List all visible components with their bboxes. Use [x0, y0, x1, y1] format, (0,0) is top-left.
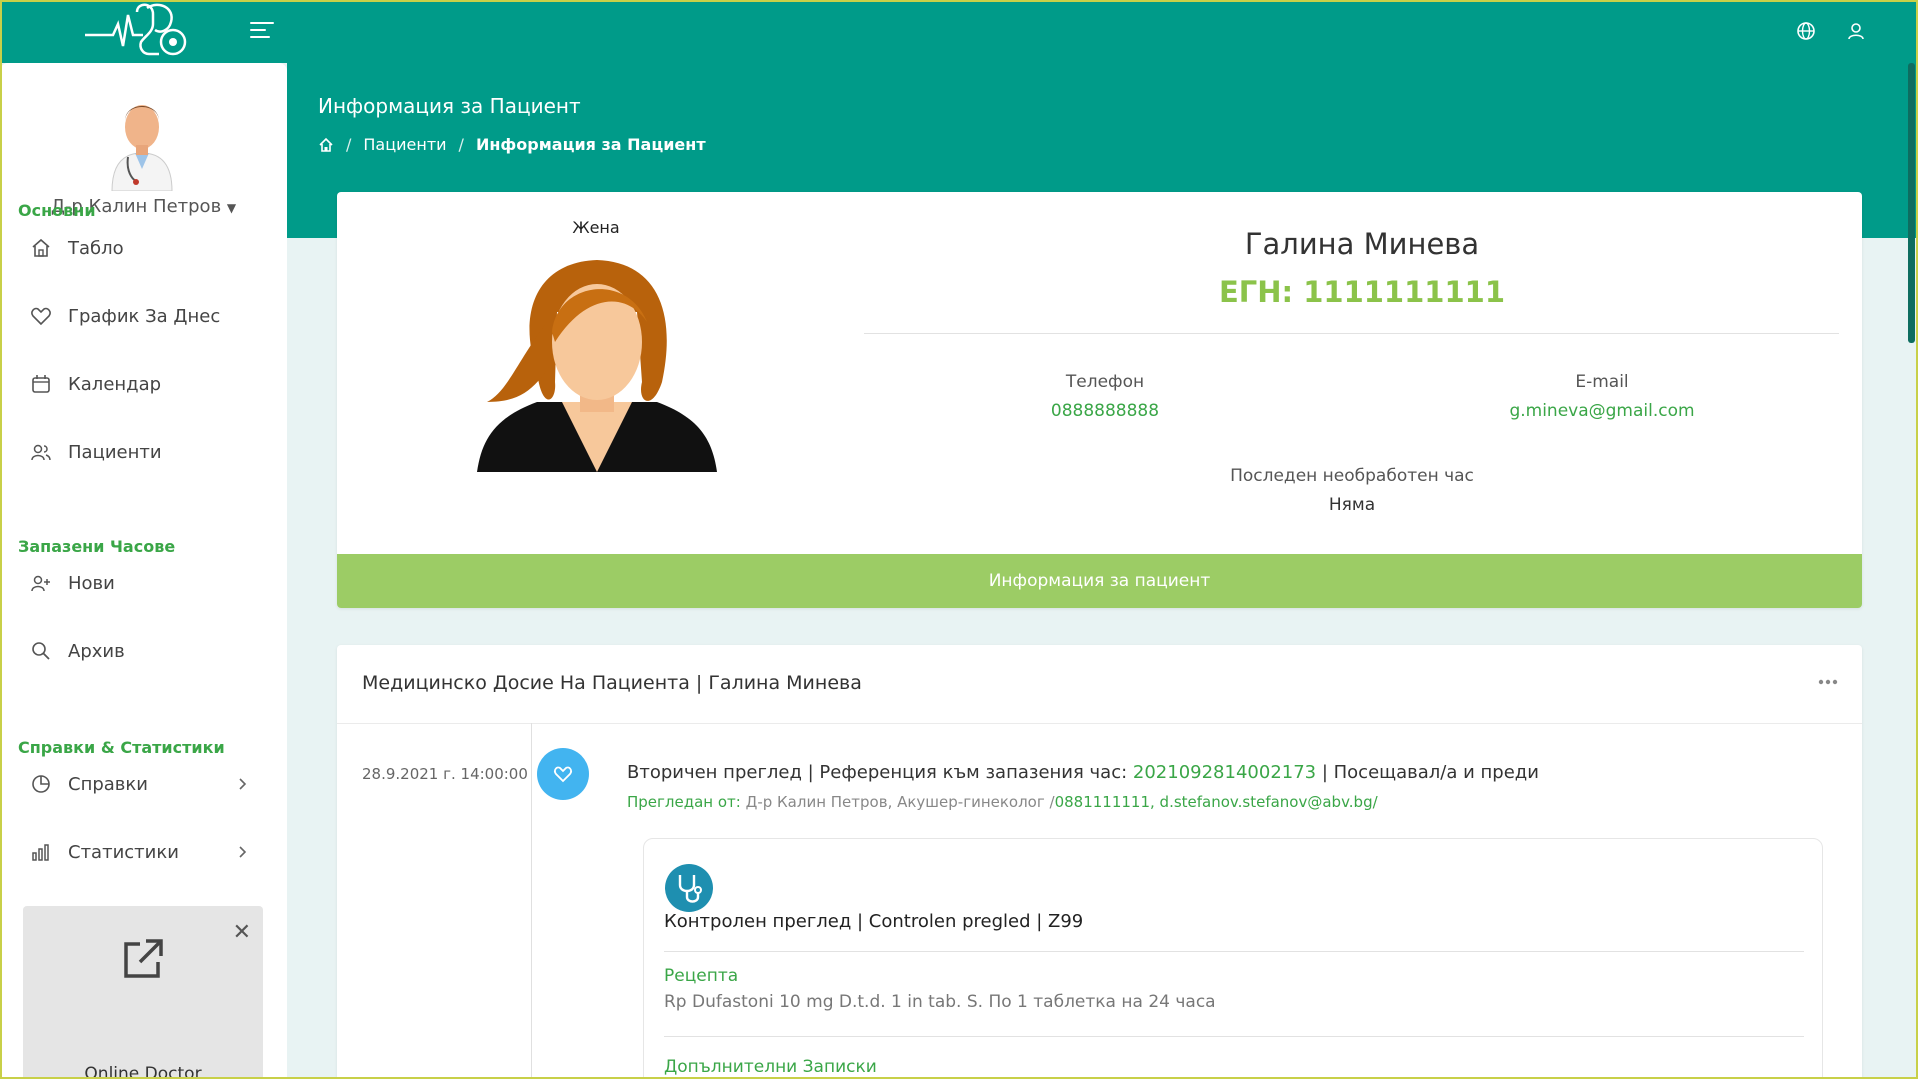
- sidebar-item-label: Справки: [68, 773, 148, 795]
- patient-name: Галина Минева: [1244, 227, 1480, 261]
- sidebar-item-label: Пациенти: [68, 441, 162, 463]
- record-title: Медицинско Досие На Пациента | Галина Ми…: [362, 672, 862, 694]
- home-icon[interactable]: [318, 137, 334, 153]
- page-scrollbar[interactable]: [1908, 63, 1915, 343]
- globe-icon[interactable]: [1795, 20, 1817, 42]
- heart-icon: [554, 766, 572, 783]
- heart-icon: [31, 307, 51, 326]
- sidebar-item-new[interactable]: Нови: [30, 563, 260, 603]
- divider: [337, 723, 1862, 724]
- more-options-icon[interactable]: [1818, 677, 1838, 687]
- menu-toggle-button[interactable]: [250, 22, 274, 42]
- pie-chart-icon: [32, 775, 50, 793]
- last-appointment-label: Последен необработен час: [1230, 466, 1474, 486]
- prescription-text: Rp Dufastoni 10 mg D.t.d. 1 in tab. S. П…: [664, 992, 1216, 1012]
- entry-title-suffix: | Посещавал/а и преди: [1316, 762, 1539, 783]
- sidebar-item-statistics[interactable]: Статистики: [30, 832, 260, 872]
- sidebar-item-dashboard[interactable]: Табло: [30, 228, 260, 268]
- prescription-label: Рецепта: [664, 966, 739, 986]
- sidebar-item-schedule[interactable]: График За Днес: [30, 296, 260, 336]
- chevron-right-icon: [239, 846, 247, 858]
- top-bar: [0, 0, 1918, 63]
- examined-by-doctor: Д-р Калин Петров, Акушер-гинеколог /: [745, 793, 1055, 811]
- user-icon[interactable]: [1845, 20, 1867, 42]
- sidebar: Д-р Калин Петров ▼ Основни Табло График …: [0, 63, 287, 1079]
- additional-notes-label: Допълнителни Записки: [664, 1057, 877, 1077]
- timeline-line: [531, 723, 532, 1079]
- heartbeat-stethoscope-logo[interactable]: [85, 2, 200, 60]
- last-appointment-block: Последен необработен час Няма: [1152, 466, 1552, 515]
- email-value[interactable]: g.mineva@gmail.com: [1402, 401, 1802, 421]
- divider: [664, 951, 1804, 952]
- divider: [664, 1036, 1804, 1037]
- timeline-marker: [537, 748, 589, 800]
- examined-by-separator: ,: [1150, 793, 1160, 811]
- sidebar-item-label: График За Днес: [68, 305, 221, 327]
- phone-value[interactable]: 0888888888: [905, 401, 1305, 421]
- email-label: E-mail: [1575, 372, 1629, 392]
- entry-title-prefix: Вторичен преглед | Референция към запазе…: [627, 762, 1133, 783]
- external-link-icon: [124, 939, 163, 978]
- entry-title: Вторичен преглед | Референция към запазе…: [627, 762, 1539, 783]
- search-icon: [32, 642, 50, 660]
- phone-label: Телефон: [1065, 372, 1145, 392]
- close-icon[interactable]: ✕: [233, 920, 251, 945]
- doctor-avatar: [111, 105, 173, 191]
- breadcrumb-separator: /: [346, 135, 352, 154]
- page-title: Информация за Пациент: [318, 94, 581, 118]
- online-doctor-label: Online Doctor: [84, 1064, 202, 1079]
- online-doctor-promo[interactable]: ✕ Online Doctor: [23, 906, 263, 1079]
- entry-examined-by: Прегледан от: Д-р Калин Петров, Акушер-г…: [627, 793, 1378, 811]
- email-block: E-mail g.mineva@gmail.com: [1402, 372, 1802, 421]
- caret-down-icon: ▼: [226, 201, 237, 215]
- sidebar-item-label: Табло: [68, 237, 124, 259]
- users-icon: [31, 444, 51, 461]
- sidebar-item-calendar[interactable]: Календар: [30, 364, 260, 404]
- stethoscope-icon: [665, 864, 713, 912]
- medical-record-card: Медицинско Досие На Пациента | Галина Ми…: [337, 645, 1862, 1079]
- breadcrumb-current: Информация за Пациент: [475, 135, 706, 154]
- exam-title: Контролен преглед | Controlen pregled | …: [664, 911, 1084, 932]
- last-appointment-value: Няма: [1328, 495, 1376, 515]
- sidebar-item-label: Нови: [68, 572, 115, 594]
- sidebar-item-patients[interactable]: Пациенти: [30, 432, 260, 472]
- patient-info-button[interactable]: Информация за пациент: [337, 554, 1862, 608]
- patient-egn: ЕГН: 1111111111: [1218, 275, 1506, 309]
- breadcrumb-separator: /: [458, 135, 464, 154]
- chevron-right-icon: [239, 778, 247, 790]
- calendar-icon: [32, 375, 50, 393]
- examined-by-email[interactable]: d.stefanov.stefanov@abv.bg/: [1160, 793, 1378, 811]
- breadcrumb: / Пациенти / Информация за Пациент: [318, 135, 706, 154]
- bar-chart-icon: [32, 844, 49, 861]
- examined-by-phone[interactable]: 0881111111: [1055, 793, 1150, 811]
- exam-details-box: Контролен преглед | Controlen pregled | …: [643, 838, 1823, 1079]
- patient-info-card: Жена Галина Минева ЕГН: 1111111111 Телеф…: [337, 192, 1862, 608]
- patient-gender: Жена: [572, 218, 620, 237]
- patient-avatar: [477, 260, 717, 472]
- appointment-reference-link[interactable]: 2021092814002173: [1133, 762, 1316, 783]
- sidebar-item-label: Архив: [68, 640, 125, 662]
- divider: [864, 333, 1839, 334]
- sidebar-item-references[interactable]: Справки: [30, 764, 260, 804]
- entry-date: 28.9.2021 г. 14:00:00: [362, 765, 528, 783]
- sidebar-item-label: Календар: [68, 373, 162, 395]
- breadcrumb-patients-link[interactable]: Пациенти: [363, 135, 446, 154]
- sidebar-item-label: Статистики: [68, 841, 179, 863]
- section-label-reports: Справки & Статистики: [18, 738, 225, 757]
- section-label-appointments: Запазени Часове: [18, 537, 176, 556]
- user-plus-icon: [31, 575, 50, 592]
- section-label-main: Основни: [18, 201, 96, 220]
- sidebar-item-archive[interactable]: Архив: [30, 631, 260, 671]
- home-icon: [32, 238, 50, 257]
- examined-by-prefix: Прегледан от:: [627, 793, 746, 811]
- phone-block: Телефон 0888888888: [905, 372, 1305, 421]
